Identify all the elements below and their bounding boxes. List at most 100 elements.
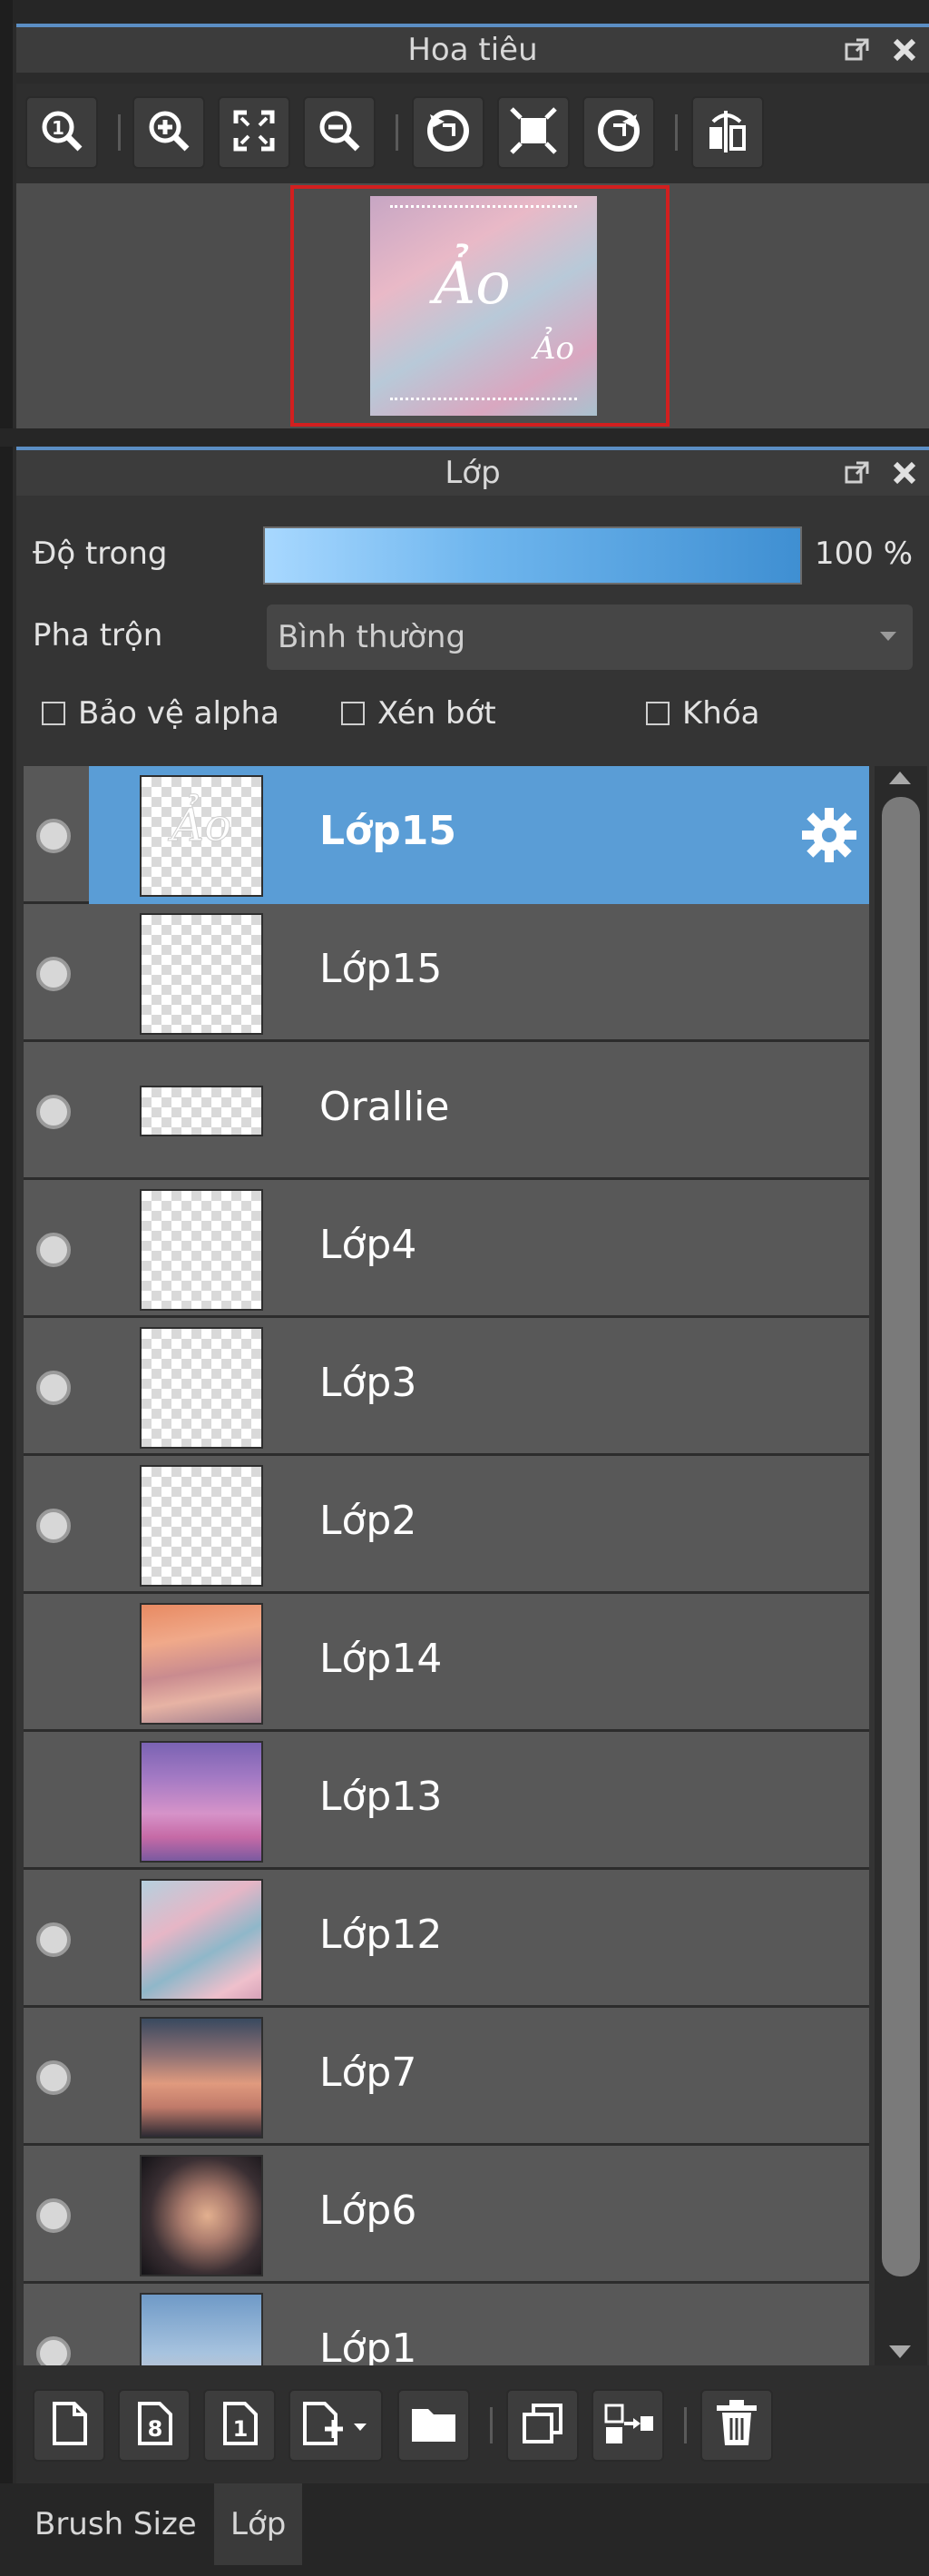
rotate-right-button[interactable]	[582, 96, 655, 169]
visibility-toggle[interactable]	[36, 819, 71, 853]
tab-brush-size[interactable]: Brush Size	[18, 2483, 213, 2565]
popout-icon[interactable]	[842, 34, 873, 65]
new-folder-button[interactable]	[397, 2389, 470, 2462]
scroll-up-arrow-icon[interactable]	[889, 772, 911, 784]
new-8bit-layer-button[interactable]: 8	[118, 2389, 191, 2462]
layer-row[interactable]: Lớp12	[24, 1870, 869, 2008]
layer-row[interactable]: Orallie	[24, 1042, 869, 1180]
rotate-left-button[interactable]	[412, 96, 484, 169]
navigator-title: Hoa tiêu	[407, 32, 538, 68]
layer-thumbnail	[140, 1189, 263, 1311]
layer-name: Lớp4	[319, 1222, 417, 1268]
zoom-actual-button[interactable]: 1	[25, 96, 98, 169]
scrollbar-thumb[interactable]	[882, 797, 920, 2276]
flip-icon	[702, 105, 753, 160]
layer-thumbnail	[140, 2293, 263, 2365]
flip-button[interactable]	[691, 96, 764, 169]
gear-icon[interactable]	[798, 804, 860, 870]
visibility-toggle[interactable]	[36, 2336, 71, 2365]
layer-name: Lớp3	[319, 1360, 417, 1406]
scroll-down-arrow-icon[interactable]	[889, 2345, 911, 2358]
layer-list: Ảo Lớp15 Lớp15 Orallie Lớp4 Lớp3 Lớp2 Lớ…	[24, 766, 869, 2365]
layer-thumbnail	[140, 1086, 263, 1136]
layer-thumbnail	[140, 1741, 263, 1863]
zoom-in-button[interactable]	[132, 96, 205, 169]
chevron-down-icon	[880, 632, 896, 641]
layer-thumbnail	[140, 1465, 263, 1587]
checkbox-box[interactable]	[341, 702, 365, 725]
layer-name: Lớp2	[319, 1498, 417, 1544]
delete-layer-button[interactable]	[700, 2389, 773, 2462]
layer-row[interactable]: Lớp1	[24, 2284, 869, 2365]
opacity-slider[interactable]	[263, 526, 802, 585]
layer-row[interactable]: Lớp2	[24, 1456, 869, 1594]
new-layer-button[interactable]	[33, 2389, 105, 2462]
layer-row[interactable]: Lớp15	[24, 904, 869, 1042]
lock-label: Khóa	[682, 695, 760, 732]
layer-row[interactable]: Lớp13	[24, 1732, 869, 1870]
layer-thumbnail	[140, 2155, 263, 2276]
navigator-header: Hoa tiêu	[16, 24, 929, 73]
checkbox-box[interactable]	[646, 702, 670, 725]
layer-row[interactable]: Ảo Lớp15	[24, 766, 869, 904]
layer-name: Lớp7	[319, 2050, 417, 2096]
layer-row[interactable]: Lớp3	[24, 1318, 869, 1456]
layer-name: Lớp6	[319, 2188, 417, 2234]
top-border-decoration	[390, 205, 577, 214]
checkbox-box[interactable]	[42, 702, 65, 725]
fit-screen-button[interactable]	[218, 96, 290, 169]
layer-row[interactable]: Lớp6	[24, 2146, 869, 2284]
protect-alpha-checkbox[interactable]: Bảo vệ alpha	[42, 695, 279, 732]
view-frame[interactable]: Ảo Ảo	[290, 185, 670, 427]
popout-icon[interactable]	[842, 457, 873, 488]
layers-panel: Độ trong 100 % Pha trộn Bình thường Bảo …	[16, 496, 929, 2365]
visibility-toggle[interactable]	[36, 957, 71, 991]
visibility-toggle[interactable]	[36, 1922, 71, 1957]
tab-label: Lớp	[230, 2506, 287, 2542]
visibility-toggle[interactable]	[36, 1095, 71, 1129]
new-8bit-layer-icon: 8	[132, 2400, 176, 2451]
zoom-out-button[interactable]	[303, 96, 376, 169]
layer-name: Lớp13	[319, 1774, 443, 1820]
tab-label: Brush Size	[34, 2506, 197, 2542]
tab-layers[interactable]: Lớp	[214, 2483, 303, 2565]
svg-text:1: 1	[233, 2416, 249, 2442]
blend-mode-value: Bình thường	[278, 619, 466, 655]
layer-name: Lớp14	[319, 1636, 443, 1682]
visibility-toggle[interactable]	[36, 2060, 71, 2095]
navigator-toolbar: 1	[16, 84, 929, 183]
scrollbar[interactable]	[875, 766, 927, 2365]
merge-down-button[interactable]	[592, 2389, 664, 2462]
opacity-value: 100 %	[814, 536, 913, 572]
add-layer-menu-icon	[298, 2400, 374, 2451]
blend-mode-select[interactable]: Bình thường	[267, 605, 913, 670]
fit-frame-icon	[508, 105, 559, 160]
fit-frame-button[interactable]	[497, 96, 570, 169]
close-icon[interactable]	[889, 34, 920, 65]
add-layer-menu-button[interactable]	[288, 2389, 383, 2462]
layer-name: Lớp15	[319, 808, 456, 854]
duplicate-layer-button[interactable]	[506, 2389, 579, 2462]
rotate-left-icon	[423, 105, 474, 160]
clipping-checkbox[interactable]: Xén bớt	[341, 695, 496, 732]
visibility-toggle[interactable]	[36, 1371, 71, 1405]
left-edge	[0, 0, 13, 2576]
close-icon[interactable]	[889, 457, 920, 488]
visibility-toggle[interactable]	[36, 2198, 71, 2233]
duplicate-icon	[519, 2400, 566, 2451]
layer-row[interactable]: Lớp7	[24, 2008, 869, 2146]
svg-text:Ảo: Ảo	[168, 793, 231, 851]
visibility-toggle[interactable]	[36, 1233, 71, 1267]
layer-row[interactable]: Lớp14	[24, 1594, 869, 1732]
new-1bit-layer-button[interactable]: 1	[203, 2389, 276, 2462]
layer-row[interactable]: Lớp4	[24, 1180, 869, 1318]
protect-alpha-label: Bảo vệ alpha	[78, 695, 279, 732]
panel-tab-bar: Brush Size Lớp	[0, 2483, 929, 2576]
lock-checkbox[interactable]: Khóa	[646, 695, 759, 732]
navigator-preview[interactable]: Ảo Ảo	[16, 183, 929, 428]
delete-icon	[713, 2398, 760, 2453]
layers-header: Lớp	[16, 447, 929, 496]
visibility-toggle[interactable]	[36, 1509, 71, 1543]
panel-divider	[0, 428, 929, 447]
layer-thumbnail	[140, 1879, 263, 2001]
